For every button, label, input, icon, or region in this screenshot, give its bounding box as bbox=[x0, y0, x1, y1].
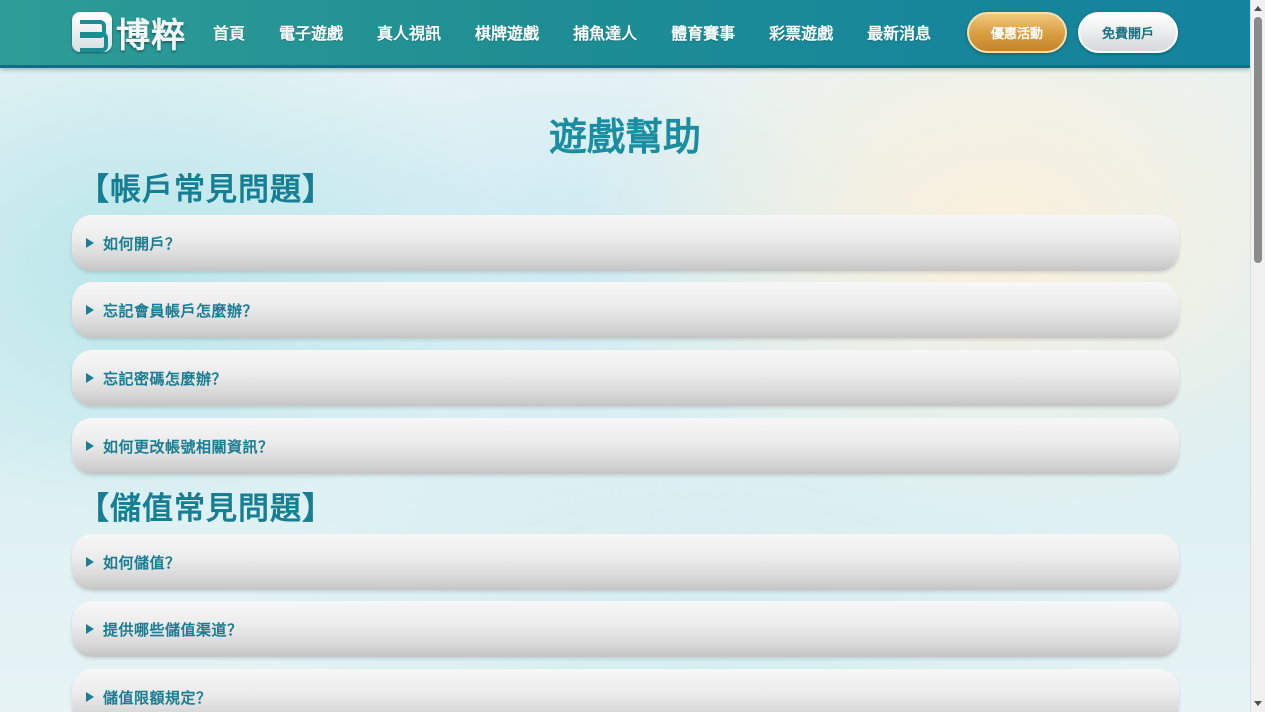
nav-card-games[interactable]: 棋牌遊戲 bbox=[458, 20, 556, 44]
faq-item[interactable]: 如何儲值？ bbox=[72, 534, 1179, 590]
faq-item[interactable]: 忘記會員帳戶怎麼辦？ bbox=[72, 282, 1179, 338]
faq-question: 提供哪些儲值渠道？ bbox=[103, 620, 243, 639]
triangle-right-icon bbox=[86, 305, 94, 315]
scroll-down-arrow-icon[interactable] bbox=[1254, 701, 1262, 706]
triangle-right-icon bbox=[86, 624, 94, 634]
promotions-button[interactable]: 優惠活動 bbox=[967, 12, 1067, 53]
faq-item[interactable]: 提供哪些儲值渠道？ bbox=[72, 601, 1179, 657]
faq-question: 如何儲值？ bbox=[103, 553, 181, 572]
scroll-up-arrow-icon[interactable] bbox=[1254, 6, 1262, 11]
logo-b-icon bbox=[72, 12, 112, 52]
triangle-right-icon bbox=[86, 238, 94, 248]
triangle-right-icon bbox=[86, 373, 94, 383]
page-title: 遊戲幫助 bbox=[548, 115, 701, 159]
faq-item[interactable]: 如何更改帳號相關資訊？ bbox=[72, 418, 1179, 474]
free-register-button[interactable]: 免費開戶 bbox=[1078, 12, 1178, 53]
page-scrollbar[interactable] bbox=[1250, 0, 1265, 712]
triangle-right-icon bbox=[86, 557, 94, 567]
section-title-deposit: 【儲值常見問題】 bbox=[78, 491, 334, 527]
nav-home[interactable]: 首頁 bbox=[196, 20, 262, 44]
faq-item[interactable]: 儲值限額規定？ bbox=[72, 669, 1179, 712]
faq-item[interactable]: 如何開戶？ bbox=[72, 215, 1179, 271]
triangle-right-icon bbox=[86, 692, 94, 702]
site-logo[interactable]: 博粹 bbox=[72, 10, 186, 56]
scroll-thumb[interactable] bbox=[1254, 17, 1262, 263]
nav-fishing[interactable]: 捕魚達人 bbox=[556, 20, 654, 44]
triangle-right-icon bbox=[86, 441, 94, 451]
faq-question: 如何開戶？ bbox=[103, 234, 181, 253]
faq-item[interactable]: 忘記密碼怎麼辦？ bbox=[72, 350, 1179, 406]
logo-text: 博粹 bbox=[116, 15, 186, 56]
nav-slots[interactable]: 電子遊戲 bbox=[262, 20, 360, 44]
main-nav: 首頁 電子遊戲 真人視訊 棋牌遊戲 捕魚達人 體育賽事 彩票遊戲 最新消息 bbox=[196, 0, 948, 64]
faq-question: 忘記密碼怎麼辦？ bbox=[103, 369, 228, 388]
nav-sports[interactable]: 體育賽事 bbox=[654, 20, 752, 44]
nav-news[interactable]: 最新消息 bbox=[850, 20, 948, 44]
faq-question: 忘記會員帳戶怎麼辦？ bbox=[103, 301, 259, 320]
site-header: 博粹 首頁 電子遊戲 真人視訊 棋牌遊戲 捕魚達人 體育賽事 彩票遊戲 最新消息… bbox=[0, 0, 1250, 68]
faq-question: 儲值限額規定？ bbox=[103, 688, 212, 707]
nav-lottery[interactable]: 彩票遊戲 bbox=[752, 20, 850, 44]
section-title-account: 【帳戶常見問題】 bbox=[78, 172, 334, 208]
nav-live-casino[interactable]: 真人視訊 bbox=[360, 20, 458, 44]
faq-question: 如何更改帳號相關資訊？ bbox=[103, 437, 274, 456]
